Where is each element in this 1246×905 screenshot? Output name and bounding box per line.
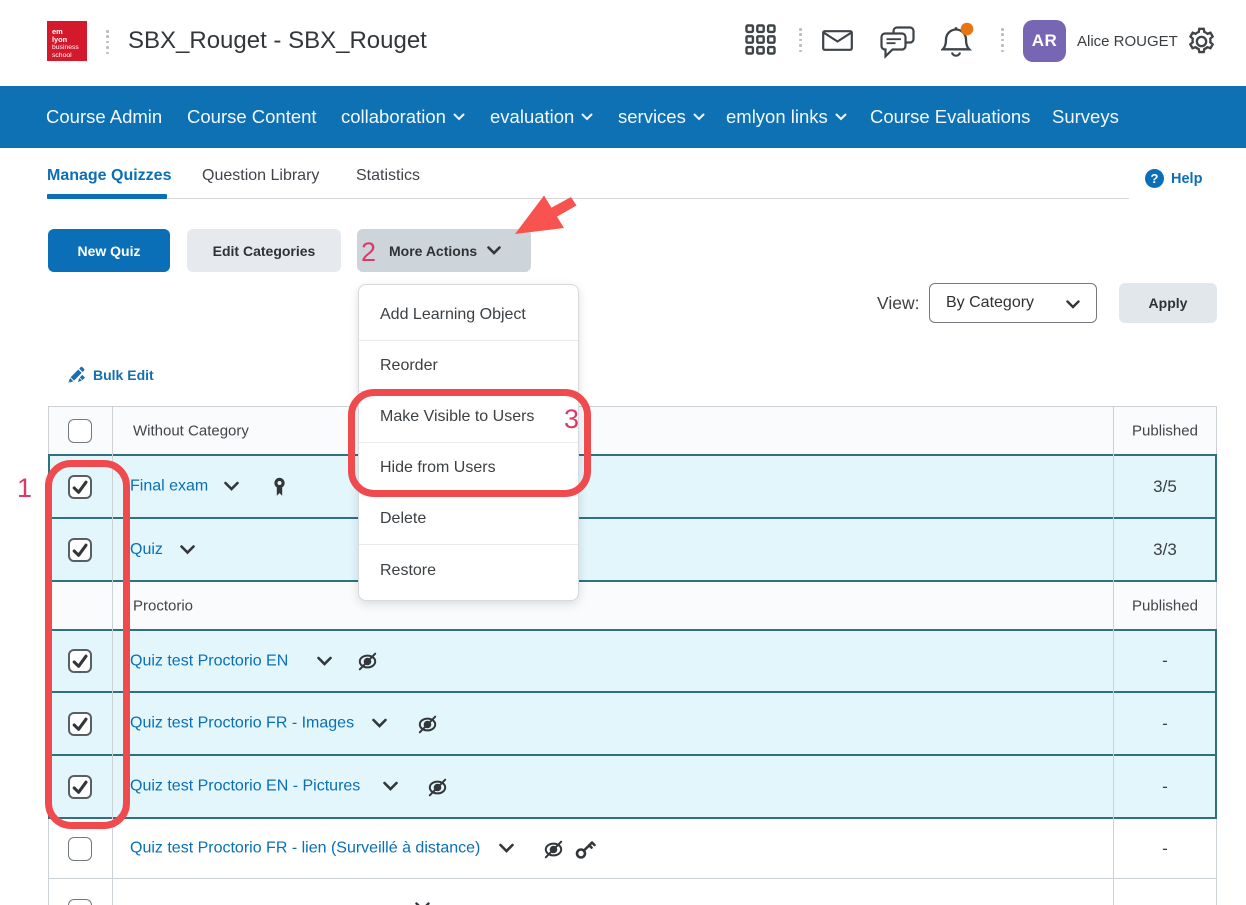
svg-text:?: ? [1151,171,1159,186]
